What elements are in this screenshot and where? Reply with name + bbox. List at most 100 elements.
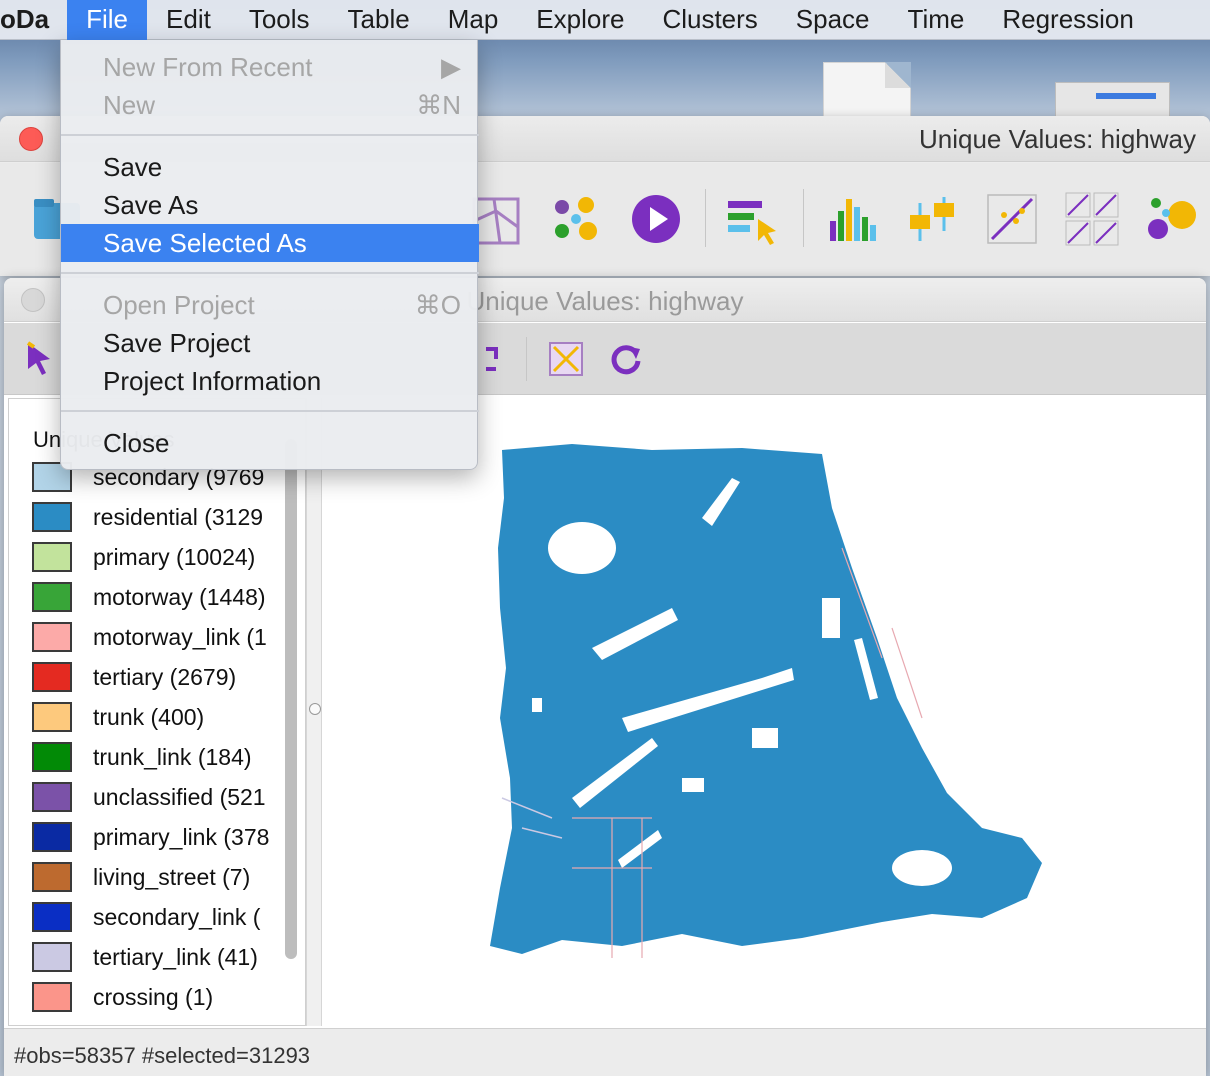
scatter-plot-icon[interactable] <box>984 191 1040 247</box>
legend-item[interactable]: primary_link (378 <box>32 821 269 853</box>
menu-item-save-as[interactable]: Save As <box>61 186 479 224</box>
splitter-divider[interactable] <box>306 398 322 1026</box>
legend-swatch[interactable] <box>32 702 72 732</box>
legend-swatch[interactable] <box>32 742 72 772</box>
toolbar-separator <box>705 189 706 247</box>
legend-item[interactable]: secondary_link ( <box>32 901 260 933</box>
legend-label: motorway (1448) <box>93 583 266 610</box>
legend-swatch[interactable] <box>32 982 72 1012</box>
close-window-button[interactable] <box>19 127 43 151</box>
menu-separator <box>61 134 479 136</box>
legend-swatch[interactable] <box>32 622 72 652</box>
menu-edit[interactable]: Edit <box>147 0 230 40</box>
bubble-chart-icon[interactable] <box>1146 191 1202 247</box>
legend-label: tertiary (2679) <box>93 663 237 690</box>
menu-map[interactable]: Map <box>429 0 518 40</box>
status-bar: #obs=58357 #selected=31293 <box>4 1028 1206 1076</box>
menu-item-label: New <box>103 90 156 120</box>
legend-swatch[interactable] <box>32 542 72 572</box>
legend-label: primary (10024) <box>93 543 256 570</box>
legend-swatch[interactable] <box>32 902 72 932</box>
toolbar-separator <box>526 337 527 381</box>
menu-item-label: Save Selected As <box>103 228 307 258</box>
menu-item-save[interactable]: Save <box>61 148 479 186</box>
legend-label: trunk_link (184) <box>93 743 252 770</box>
scatter-matrix-icon[interactable] <box>1064 191 1120 247</box>
menu-space[interactable]: Space <box>777 0 889 40</box>
file-menu-dropdown: New From Recent ▶ New ⌘N Save Save As Save Sel… <box>60 40 479 470</box>
legend-swatch[interactable] <box>32 862 72 892</box>
menu-separator <box>61 410 479 412</box>
menu-shortcut: ⌘O <box>414 290 461 320</box>
legend-label: secondary_link ( <box>93 903 261 930</box>
menu-table[interactable]: Table <box>329 0 429 40</box>
splitter-handle[interactable] <box>309 703 321 715</box>
legend-swatch[interactable] <box>32 502 72 532</box>
main-window-title: Unique Values: highway <box>918 124 1196 154</box>
legend-item[interactable]: trunk (400) <box>32 701 204 733</box>
legend-item[interactable]: primary (10024) <box>32 541 255 573</box>
menu-clusters[interactable]: Clusters <box>643 0 776 40</box>
menu-item-close[interactable]: Close <box>61 424 479 462</box>
refresh-icon[interactable] <box>606 339 646 379</box>
legend-item[interactable]: tertiary_link (41) <box>32 941 258 973</box>
legend-scrollbar[interactable] <box>285 439 297 959</box>
menu-item-label: Save As <box>103 190 199 220</box>
legend-swatch[interactable] <box>32 662 72 692</box>
legend-item[interactable]: living_street (7) <box>32 861 250 893</box>
menu-item-project-information[interactable]: Project Information <box>61 362 479 400</box>
legend-item[interactable]: motorway (1448) <box>32 581 266 613</box>
menu-item-label: Open Project <box>103 290 255 320</box>
clusters-icon[interactable] <box>548 191 604 247</box>
menu-file[interactable]: File <box>67 0 148 40</box>
legend-label: trunk (400) <box>93 703 205 730</box>
legend-swatch[interactable] <box>32 582 72 612</box>
legend-item[interactable]: crossing (1) <box>32 981 213 1013</box>
legend-label: unclassified (521 <box>93 783 266 810</box>
menu-separator <box>61 272 479 274</box>
menu-item-save-project[interactable]: Save Project <box>61 324 479 362</box>
legend-label: tertiary_link (41) <box>93 943 258 970</box>
legend-item[interactable]: tertiary (2679) <box>32 661 236 693</box>
legend-swatch[interactable] <box>32 822 72 852</box>
app-menu[interactable]: oDa <box>0 0 67 40</box>
legend-swatch[interactable] <box>32 942 72 972</box>
menu-item-new-from-recent: New From Recent ▶ <box>61 48 479 86</box>
legend-swatch[interactable] <box>32 782 72 812</box>
menu-item-label: New From Recent <box>103 52 313 82</box>
legend-label: motorway_link (1 <box>93 623 267 650</box>
legend-item[interactable]: residential (3129 <box>32 501 263 533</box>
menu-explore[interactable]: Explore <box>517 0 643 40</box>
select-pointer-icon[interactable] <box>20 339 60 379</box>
legend-panel: Unique Values secondary (9769residential… <box>8 398 306 1026</box>
menu-item-save-selected-as[interactable]: Save Selected As <box>61 224 479 262</box>
legend-label: crossing (1) <box>93 983 214 1010</box>
menu-item-open-project: Open Project ⌘O <box>61 286 479 324</box>
menu-shortcut: ⌘N <box>416 90 461 120</box>
menu-tools[interactable]: Tools <box>230 0 329 40</box>
menu-time[interactable]: Time <box>889 0 984 40</box>
menubar: oDa File Edit Tools Table Map Explore Clusters… <box>0 0 1210 40</box>
selection-tool-icon[interactable] <box>724 191 780 247</box>
road-network-map <box>490 444 1042 958</box>
box-plot-icon[interactable] <box>904 191 960 247</box>
legend-item[interactable]: unclassified (521 <box>32 781 266 813</box>
legend-item[interactable]: trunk_link (184) <box>32 741 252 773</box>
legend-label: residential (3129 <box>93 503 264 530</box>
menu-regression[interactable]: Regression <box>983 0 1153 40</box>
menu-item-label: Project Information <box>103 366 322 396</box>
basemap-icon[interactable] <box>546 339 586 379</box>
legend-label: living_street (7) <box>93 863 251 890</box>
submenu-arrow-icon: ▶ <box>441 52 461 82</box>
desktop-document-icon[interactable] <box>823 62 911 122</box>
legend-label: primary_link (378 <box>93 823 270 850</box>
toolbar-separator <box>803 189 804 247</box>
menu-item-label: Save Project <box>103 328 251 358</box>
menu-item-label: Save <box>103 152 163 182</box>
legend-item[interactable]: motorway_link (1 <box>32 621 267 653</box>
menu-item-label: Close <box>103 428 170 458</box>
menu-item-new: New ⌘N <box>61 86 479 124</box>
histogram-icon[interactable] <box>824 191 880 247</box>
play-icon[interactable] <box>628 191 684 247</box>
map-canvas[interactable] <box>322 398 1202 1026</box>
